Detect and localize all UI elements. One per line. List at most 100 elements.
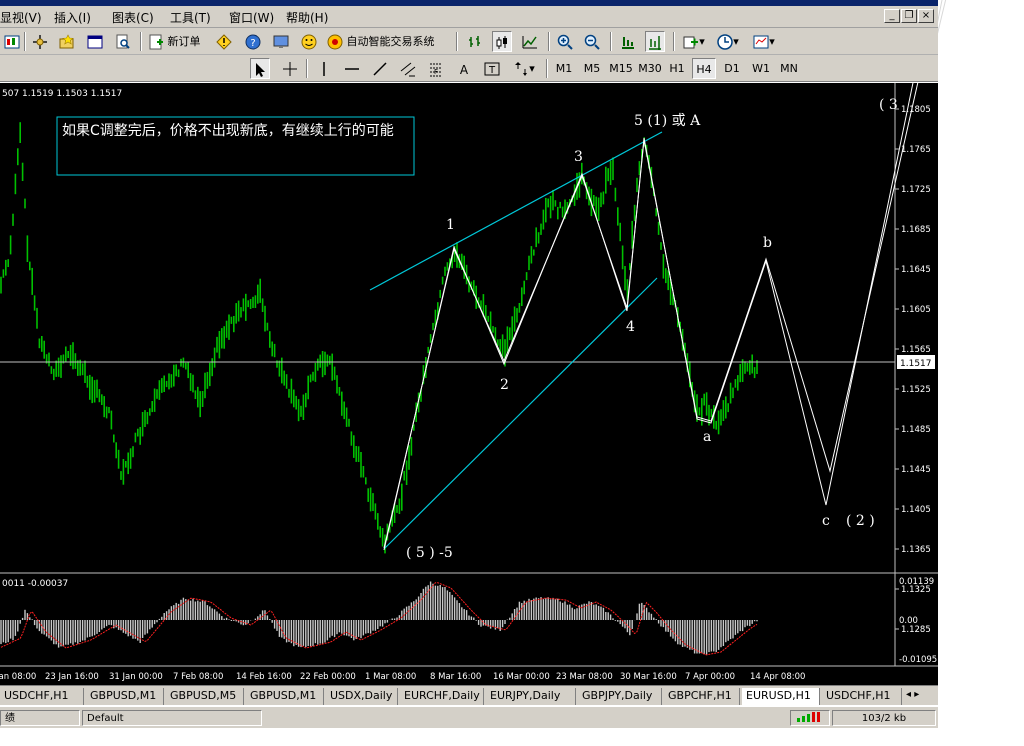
tab-chart[interactable]: USDCHF,H1 xyxy=(0,688,84,705)
history-button[interactable] xyxy=(214,31,234,52)
close-icon[interactable]: × xyxy=(918,9,934,23)
trendline-button[interactable] xyxy=(370,58,390,79)
vertical-line-icon xyxy=(323,62,325,76)
chart-shift-icon xyxy=(649,36,661,50)
line-chart-icon xyxy=(522,36,537,49)
menu-charts[interactable]: 图表(C) xyxy=(112,9,154,26)
autoscroll-button[interactable] xyxy=(618,31,638,52)
tab-chart-active[interactable]: EURUSD,H1 xyxy=(742,688,820,705)
timeframe-h4[interactable]: H4 xyxy=(692,58,716,79)
time-tick-label: 23 Jan 16:00 xyxy=(45,672,99,682)
indicators-button[interactable]: ▾ xyxy=(681,31,707,52)
channel-button[interactable] xyxy=(398,58,418,79)
overflow-wave-lines xyxy=(914,0,947,105)
candle-chart-button[interactable] xyxy=(492,31,512,52)
tab-chart[interactable]: GBPCHF,H1 xyxy=(664,688,740,705)
svg-text:?: ? xyxy=(250,38,255,49)
current-price-label: 1.1517 xyxy=(900,359,932,369)
minimize-icon[interactable]: _ xyxy=(884,9,900,23)
status-help-text: 绩 xyxy=(0,710,80,726)
timeframe-w1[interactable]: W1 xyxy=(750,58,772,79)
channel-icon xyxy=(400,62,416,77)
wave-path-primary[interactable] xyxy=(383,83,920,549)
tab-chart[interactable]: EURJPY,Daily xyxy=(486,688,576,705)
favorites-button[interactable] xyxy=(57,31,77,52)
expert-toggle-icon xyxy=(327,34,343,50)
text-label-button[interactable]: T xyxy=(482,58,502,79)
tab-chart[interactable]: GBPJPY,Daily xyxy=(578,688,662,705)
time-tick-label: 23 Mar 08:00 xyxy=(556,672,613,682)
line-chart-button[interactable] xyxy=(520,31,540,52)
zoom-out-button[interactable] xyxy=(582,31,602,52)
bar-chart-button[interactable] xyxy=(465,31,485,52)
expert-label: 自动智能交易系统 xyxy=(346,35,435,48)
wave-path-alternate[interactable] xyxy=(383,83,915,551)
vertical-line-button[interactable] xyxy=(314,58,334,79)
fibonacci-button[interactable]: F xyxy=(426,58,446,79)
menu-help[interactable]: 帮助(H) xyxy=(286,9,328,26)
help-button[interactable]: ? xyxy=(243,31,263,52)
timeframe-h1[interactable]: H1 xyxy=(666,58,688,79)
time-tick-label: 14 Feb 16:00 xyxy=(236,672,292,682)
traffic-counter: 103/2 kb xyxy=(832,710,936,726)
chart-window[interactable]: 12345 (1) 或 A( 5 ) -5 a b c( 2 )( 3 1.1805 1… xyxy=(0,83,938,685)
tab-chart[interactable]: GBPUSD,M1 xyxy=(86,688,164,705)
wave-label: 5 (1) 或 A xyxy=(634,113,701,129)
price-tick-label: 1.1485 xyxy=(901,425,931,435)
wave-labels: 1 2 3 4 5 (1) 或 A ( 5 ) -5 a b c ( 2 ) ( 3 xyxy=(406,97,898,561)
timeframe-mn[interactable]: MN xyxy=(777,58,801,79)
tab-chart[interactable]: GBPUSD,M1 xyxy=(246,688,324,705)
expert-advisors-button[interactable]: 自动智能交易系统 xyxy=(327,31,442,52)
price-tick-label: 1.1525 xyxy=(901,385,931,395)
data-window-button[interactable] xyxy=(85,31,105,52)
chart-tabs: USDCHF,H1 GBPUSD,M1 GBPUSD,M5 GBPUSD,M1 … xyxy=(0,685,938,705)
wave-label: c xyxy=(822,513,830,529)
chart-shift-button[interactable] xyxy=(645,31,665,52)
wave-label: 2 xyxy=(500,377,509,393)
new-order-button[interactable]: 新订单 xyxy=(148,31,210,52)
timeframe-m5[interactable]: M5 xyxy=(581,58,603,79)
text-button[interactable]: A xyxy=(454,58,474,79)
crosshair-move-button[interactable] xyxy=(30,31,50,52)
restore-icon[interactable]: ❐ xyxy=(901,9,917,23)
tab-scroll-arrows[interactable]: ◂ ▸ xyxy=(906,689,919,700)
wave-label: b xyxy=(763,235,772,251)
menu-insert[interactable]: 插入(I) xyxy=(54,9,91,26)
price-tick-label: 1.1765 xyxy=(901,145,931,155)
crosshair-button[interactable] xyxy=(280,58,300,79)
new-chart-button[interactable] xyxy=(2,31,22,52)
tab-chart[interactable]: EURCHF,Daily xyxy=(400,688,484,705)
print-preview-button[interactable] xyxy=(113,31,133,52)
axes: 1.1805 1.1765 1.1725 1.1685 1.1645 1.1605 1.15… xyxy=(0,105,937,682)
window-icon xyxy=(87,35,103,49)
periods-button[interactable]: ▾ xyxy=(714,31,742,52)
screen-icon xyxy=(273,35,289,48)
cursor-button[interactable] xyxy=(250,58,270,79)
price-tick-label: 1.1565 xyxy=(901,345,931,355)
menu-view[interactable]: 显视(V) xyxy=(0,9,42,26)
tab-chart[interactable]: GBPUSD,M5 xyxy=(166,688,244,705)
zoom-in-button[interactable] xyxy=(555,31,575,52)
new-order-label: 新订单 xyxy=(167,35,201,48)
time-tick-label: 30 Mar 16:00 xyxy=(620,672,677,682)
price-tick-label: 1.1605 xyxy=(901,305,931,315)
timeframe-m30[interactable]: M30 xyxy=(637,58,663,79)
horizontal-line-button[interactable] xyxy=(342,58,362,79)
desktop-background xyxy=(914,0,1024,742)
timeframe-m15[interactable]: M15 xyxy=(608,58,634,79)
menu-window[interactable]: 窗口(W) xyxy=(229,9,274,26)
tab-chart[interactable]: USDX,Daily xyxy=(326,688,398,705)
timeframe-d1[interactable]: D1 xyxy=(721,58,743,79)
timeframe-m1[interactable]: M1 xyxy=(553,58,575,79)
templates-button[interactable]: ▾ xyxy=(750,31,778,52)
expert-icon-button[interactable] xyxy=(299,31,319,52)
arrows-button[interactable]: ▾ xyxy=(510,58,538,79)
svg-text:T: T xyxy=(488,65,496,76)
options-button[interactable] xyxy=(271,31,291,52)
lower-channel-line[interactable] xyxy=(383,277,658,550)
fibonacci-icon: F xyxy=(430,63,442,77)
tab-chart[interactable]: USDCHF,H1 xyxy=(822,688,902,705)
price-tick-label: 1.1445 xyxy=(901,465,931,475)
svg-text:A: A xyxy=(460,63,469,77)
menu-tools[interactable]: 工具(T) xyxy=(170,9,211,26)
